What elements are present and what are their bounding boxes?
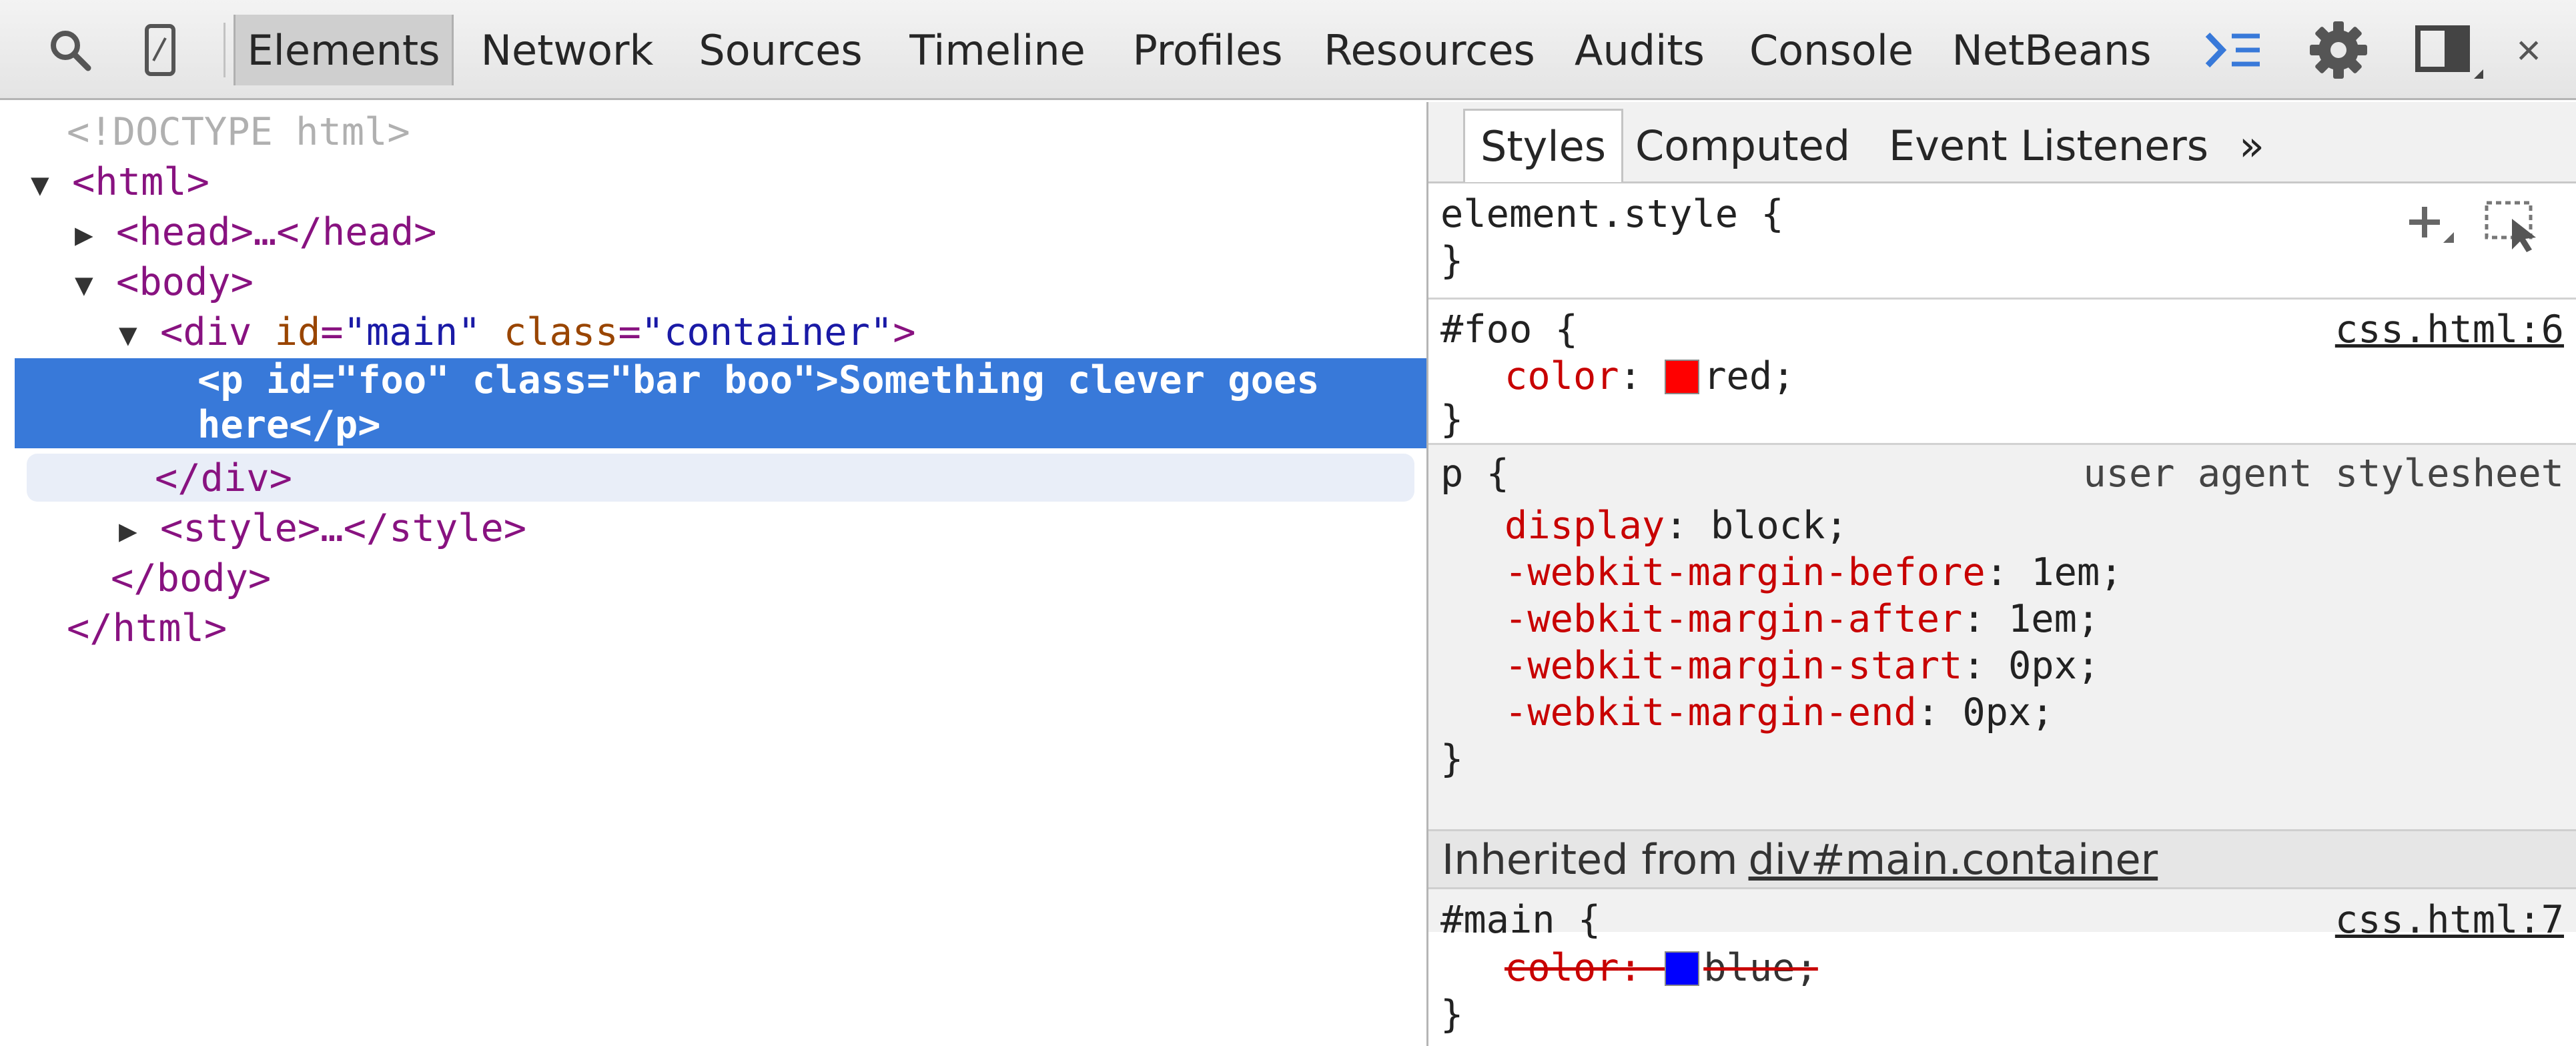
dom-node-p-selected-continued[interactable]: here</p> [197, 403, 381, 448]
rule-foo: #foo { css.html:6 color: red; } [1428, 300, 2576, 443]
rule-close-brace: } [1440, 993, 1464, 1037]
settings-gear-icon[interactable] [2305, 20, 2372, 80]
property-name: color [1505, 354, 1619, 398]
html-close-tag: </html> [67, 606, 228, 650]
devtools-toolbar: Elements Network Sources Timeline Profil… [0, 0, 2576, 100]
style-property-color-overridden[interactable]: color: blue; [1505, 945, 1818, 991]
tab-resources[interactable]: Resources [1311, 15, 1548, 85]
property-name: display [1505, 504, 1665, 548]
property-name: -webkit-margin-after [1505, 597, 1963, 641]
rule-source-link[interactable]: css.html:6 [2335, 306, 2564, 353]
tab-computed[interactable]: Computed [1635, 109, 1850, 182]
property-name: -webkit-margin-before [1505, 550, 1986, 594]
tab-profiles[interactable]: Profiles [1114, 15, 1301, 85]
doctype-text: <!DOCTYPE html> [67, 110, 410, 154]
toolbar-separator [224, 23, 226, 77]
tab-event-listeners[interactable]: Event Listeners [1889, 109, 2208, 182]
style-property-margin-start: -webkit-margin-start: 0px; [1505, 644, 2100, 688]
selected-node-text-line2: here</p> [197, 403, 381, 447]
dom-node-div-main[interactable]: ▼ <div id="main" class="container"> [119, 308, 916, 357]
tab-styles[interactable]: Styles [1463, 109, 1623, 182]
tab-timeline[interactable]: Timeline [894, 15, 1101, 85]
property-value: blue; [1703, 946, 1818, 990]
expand-triangle-icon[interactable]: ▼ [31, 159, 49, 209]
dom-node-body-close[interactable]: </body> [111, 554, 271, 603]
rule-selector[interactable]: #main { [1440, 897, 1601, 943]
close-icon[interactable]: × [2499, 20, 2559, 80]
property-value: 0px; [1962, 690, 2054, 734]
property-value: block; [1710, 504, 1848, 548]
rule-selector[interactable]: #foo { [1440, 306, 1578, 353]
body-close-tag: </body> [111, 556, 272, 600]
console-drawer-icon[interactable] [2202, 20, 2265, 80]
inherited-from-label: Inherited from [1442, 835, 1738, 884]
style-property-margin-after: -webkit-margin-after: 1em; [1505, 597, 2100, 641]
tab-elements[interactable]: Elements [234, 15, 454, 85]
dom-node-body[interactable]: ▼ <body> [75, 257, 254, 307]
dom-node-html[interactable]: ▼ <html> [31, 157, 209, 207]
property-value: 0px; [2008, 644, 2100, 688]
property-value: red; [1703, 354, 1795, 398]
dock-side-icon[interactable] [2412, 20, 2485, 80]
styles-sidebar: Styles Computed Event Listeners » elemen… [1428, 102, 2576, 1046]
rule-close-brace: } [1440, 737, 1464, 781]
search-icon[interactable] [40, 20, 100, 80]
inherited-element-link[interactable]: div#main.container [1749, 835, 2158, 884]
collapse-triangle-icon[interactable]: ▶ [75, 209, 93, 259]
new-style-rule-icon[interactable] [2406, 200, 2459, 256]
html-open-tag: <html> [72, 160, 209, 204]
inherited-from-header: Inherited from div#main.container [1428, 829, 2576, 889]
color-swatch-icon[interactable] [1665, 360, 1700, 394]
tab-netbeans[interactable]: NetBeans [1945, 15, 2158, 85]
collapse-triangle-icon[interactable]: ▶ [119, 506, 137, 555]
user-agent-stylesheet-label: user agent stylesheet [2083, 452, 2564, 496]
dom-node-html-close[interactable]: </html> [67, 604, 227, 653]
div-id-attr-value: "main" [343, 310, 481, 354]
style-property-color[interactable]: color: red; [1505, 353, 1795, 400]
tab-sources[interactable]: Sources [681, 15, 881, 85]
tab-network[interactable]: Network [467, 15, 667, 85]
dom-node-style[interactable]: ▶ <style>…</style> [119, 504, 526, 553]
rule-main: #main { css.html:7 color: blue; } [1428, 891, 2576, 1046]
dom-node-div-close[interactable]: </div> [155, 454, 292, 503]
div-tag-open: <div [160, 310, 252, 354]
tab-audits[interactable]: Audits [1558, 15, 1721, 85]
property-value: 1em; [2008, 597, 2100, 641]
sidebar-tabs: Styles Computed Event Listeners » [1428, 102, 2576, 183]
expand-triangle-icon[interactable]: ▼ [119, 310, 137, 359]
div-class-attr-name: class [503, 310, 618, 354]
head-collapsed-tag: <head>…</head> [116, 210, 437, 254]
rule-element-style: element.style { } [1428, 185, 2576, 298]
rule-close-brace: } [1440, 398, 1464, 442]
property-value: 1em; [2031, 550, 2123, 594]
color-swatch-icon[interactable] [1665, 951, 1700, 986]
div-class-attr-value: "container" [640, 310, 893, 354]
selected-node-text-line1: <p id="foo" class="bar boo">Something cl… [197, 358, 1320, 402]
style-property-display: display: block; [1505, 504, 1848, 548]
property-name: -webkit-margin-start [1505, 644, 1963, 688]
dom-tree-pane: <!DOCTYPE html> ▼ <html> ▶ <head>…</head… [0, 102, 1426, 1046]
device-mode-icon[interactable] [133, 20, 187, 80]
element-state-icon[interactable] [2483, 199, 2543, 262]
div-id-attr-name: id [274, 310, 321, 354]
more-tabs-chevron-icon[interactable]: » [2239, 109, 2264, 182]
rule-close-brace: } [1440, 239, 1464, 283]
rule-selector: p { [1440, 452, 1509, 496]
dom-node-p-selected[interactable]: <p id="foo" class="bar boo">Something cl… [197, 358, 1320, 403]
div-tag-close-bracket: > [893, 310, 916, 354]
property-name: color [1505, 946, 1619, 990]
rule-selector[interactable]: element.style { [1440, 191, 1784, 237]
expand-triangle-icon[interactable]: ▼ [75, 259, 93, 309]
style-property-margin-before: -webkit-margin-before: 1em; [1505, 550, 2123, 594]
dom-node-doctype[interactable]: <!DOCTYPE html> [67, 107, 410, 157]
rule-source-link[interactable]: css.html:7 [2335, 897, 2564, 943]
style-property-margin-end: -webkit-margin-end: 0px; [1505, 690, 2054, 734]
tab-console[interactable]: Console [1738, 15, 1925, 85]
div-close-tag: </div> [155, 456, 292, 500]
style-collapsed-tag: <style>…</style> [160, 506, 527, 550]
body-open-tag: <body> [116, 260, 254, 304]
dom-node-head[interactable]: ▶ <head>…</head> [75, 207, 436, 257]
property-name: -webkit-margin-end [1505, 690, 1917, 734]
